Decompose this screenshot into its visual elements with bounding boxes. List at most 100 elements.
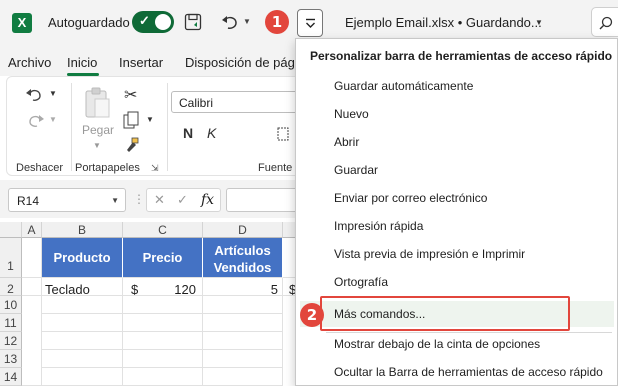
- row-header-2[interactable]: 2: [0, 278, 22, 296]
- cancel-icon[interactable]: ✕: [154, 192, 165, 208]
- search-box[interactable]: [591, 7, 618, 37]
- cell[interactable]: [203, 350, 283, 368]
- cell[interactable]: [203, 314, 283, 332]
- cell[interactable]: [123, 368, 203, 386]
- doc-title-chevron-icon[interactable]: ▼: [535, 18, 543, 27]
- cell-precio[interactable]: $ 120: [123, 278, 203, 296]
- font-name-select[interactable]: Calibri: [171, 91, 311, 113]
- menu-item-nuevo[interactable]: Nuevo: [334, 107, 369, 121]
- copy-chevron-icon[interactable]: ▼: [146, 115, 154, 124]
- bold-button[interactable]: N: [183, 125, 193, 141]
- row-header-10[interactable]: 10: [0, 296, 22, 314]
- menu-item-impresion-rapida[interactable]: Impresión rápida: [334, 219, 423, 233]
- cell[interactable]: [203, 368, 283, 386]
- borders-icon[interactable]: [277, 127, 289, 141]
- cell[interactable]: [123, 296, 203, 314]
- tab-archivo[interactable]: Archivo: [8, 55, 51, 70]
- format-painter-icon[interactable]: [124, 137, 140, 153]
- formula-input[interactable]: [226, 188, 306, 212]
- price-value: 120: [174, 282, 196, 296]
- header-cell-precio[interactable]: Precio: [123, 238, 203, 278]
- clipboard-dialog-launcher-icon[interactable]: ⇲: [151, 163, 159, 174]
- undo-dropdown-chevron-icon[interactable]: ▼: [243, 17, 251, 26]
- enter-icon[interactable]: ✓: [177, 192, 188, 208]
- name-box-value: R14: [17, 194, 40, 208]
- menu-title: Personalizar barra de herramientas de ac…: [310, 49, 613, 63]
- cell[interactable]: [203, 296, 283, 314]
- customize-qat-button[interactable]: [297, 9, 323, 37]
- save-icon[interactable]: [184, 13, 202, 31]
- menu-item-ortografia[interactable]: Ortografía: [334, 275, 388, 289]
- menu-item-abrir[interactable]: Abrir: [334, 135, 359, 149]
- ribbon-separator: [71, 83, 72, 171]
- cell[interactable]: [203, 332, 283, 350]
- step-badge-1: 1: [265, 10, 289, 34]
- ribbon-undo-icon[interactable]: [25, 87, 45, 103]
- tab-disposicion[interactable]: Disposición de pág: [185, 55, 295, 70]
- tab-insertar[interactable]: Insertar: [119, 55, 163, 70]
- menu-item-guardar[interactable]: Guardar: [334, 163, 378, 177]
- copy-icon[interactable]: [123, 111, 139, 129]
- row-header-12[interactable]: 12: [0, 332, 22, 350]
- column-header-b[interactable]: B: [42, 222, 123, 238]
- ribbon-redo-icon[interactable]: [25, 113, 45, 129]
- cell[interactable]: [42, 314, 123, 332]
- ribbon-undo-chevron-icon[interactable]: ▼: [49, 89, 57, 98]
- select-all-corner[interactable]: [0, 222, 22, 238]
- formula-bar-grip-icon: ⋮: [133, 192, 145, 206]
- cell[interactable]: [42, 350, 123, 368]
- cell[interactable]: [123, 332, 203, 350]
- menu-item-enviar-correo[interactable]: Enviar por correo electrónico: [334, 191, 487, 205]
- group-label-clipboard: Portapapeles: [75, 162, 140, 174]
- autosave-toggle[interactable]: ✓: [132, 11, 174, 33]
- cell[interactable]: [22, 238, 42, 278]
- cell[interactable]: [123, 350, 203, 368]
- cell-producto[interactable]: Teclado: [42, 278, 123, 296]
- column-header-c[interactable]: C: [123, 222, 203, 238]
- paste-icon[interactable]: [83, 85, 111, 121]
- ribbon-redo-chevron-icon[interactable]: ▼: [49, 115, 57, 124]
- name-box[interactable]: R14 ▼: [8, 188, 126, 212]
- cell[interactable]: [42, 296, 123, 314]
- insert-function-button[interactable]: fx: [201, 192, 214, 208]
- header-cell-vendidos[interactable]: Artículos Vendidos: [203, 238, 283, 278]
- tab-inicio[interactable]: Inicio: [67, 55, 97, 70]
- row-header-13[interactable]: 13: [0, 350, 22, 368]
- undo-icon[interactable]: [220, 12, 240, 32]
- search-icon: [599, 16, 613, 30]
- group-label-undo: Deshacer: [16, 162, 64, 174]
- header-cell-producto[interactable]: Producto: [42, 238, 123, 278]
- paste-chevron-icon[interactable]: ▼: [93, 141, 101, 150]
- menu-item-guardar-automaticamente[interactable]: Guardar automáticamente: [334, 79, 473, 93]
- toggle-knob: [155, 14, 171, 30]
- column-header-a[interactable]: A: [22, 222, 42, 238]
- cell[interactable]: [22, 296, 42, 386]
- italic-button[interactable]: K: [207, 125, 216, 141]
- row-header-14[interactable]: 14: [0, 368, 22, 386]
- row-header-1[interactable]: 1: [0, 238, 22, 278]
- cell[interactable]: [123, 314, 203, 332]
- customize-qat-menu: Personalizar barra de herramientas de ac…: [295, 38, 618, 386]
- menu-separator: [326, 332, 612, 333]
- cell[interactable]: [22, 278, 42, 296]
- paste-label[interactable]: Pegar: [82, 123, 114, 137]
- column-header-d[interactable]: D: [203, 222, 283, 238]
- menu-item-vista-previa[interactable]: Vista previa de impresión e Imprimir: [334, 247, 525, 261]
- step-badge-2: 2: [300, 303, 324, 327]
- highlight-box: [320, 296, 570, 331]
- row-header-11[interactable]: 11: [0, 314, 22, 332]
- cell[interactable]: [42, 332, 123, 350]
- document-title[interactable]: Ejemplo Email.xlsx • Guardando...: [345, 15, 542, 30]
- qat-chevron-icon: [306, 18, 315, 28]
- formula-buttons: ✕ ✓ fx: [146, 188, 221, 212]
- menu-item-ocultar-barra[interactable]: Ocultar la Barra de herramientas de acce…: [334, 365, 603, 379]
- cut-icon[interactable]: ✂: [124, 85, 137, 105]
- group-label-font: Fuente: [258, 162, 293, 174]
- cell[interactable]: [42, 368, 123, 386]
- menu-item-mostrar-debajo[interactable]: Mostrar debajo de la cinta de opciones: [334, 337, 540, 351]
- cell-vendidos[interactable]: 5: [203, 278, 283, 296]
- currency-symbol: $: [131, 282, 139, 296]
- excel-logo-icon: X: [12, 13, 32, 33]
- name-box-chevron-icon[interactable]: ▼: [111, 196, 119, 205]
- ribbon-separator: [167, 83, 168, 171]
